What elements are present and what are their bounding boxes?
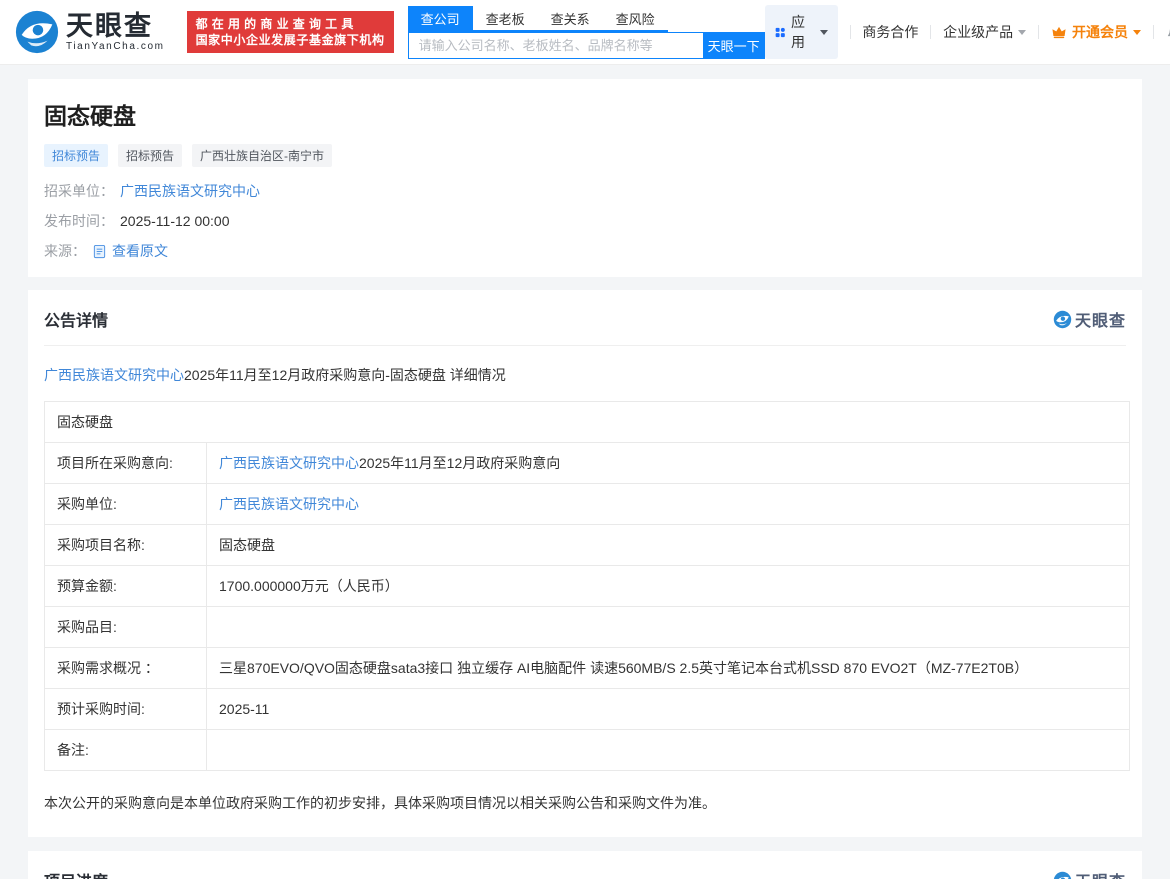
vip-crown-icon: [1051, 24, 1067, 40]
page-title: 固态硬盘: [44, 97, 1126, 131]
tianyancha-watermark: 天眼查: [1053, 307, 1126, 331]
divider: [1153, 25, 1154, 39]
detail-table: 固态硬盘 项目所在采购意向: 广西民族语文研究中心2025年11月至12月政府采…: [44, 401, 1130, 771]
divider: [930, 25, 931, 39]
row-value-text: 2025年11月至12月政府采购意向: [359, 455, 560, 471]
headline-rest: 2025年11月至12月政府采购意向-固态硬盘 详细情况: [184, 367, 506, 383]
chevron-down-icon: [820, 30, 828, 35]
tag-bid-forecast: 招标预告: [118, 144, 182, 167]
row-label: 采购品目:: [45, 607, 207, 648]
announcement-headline: 广西民族语文研究中心2025年11月至12月政府采购意向-固态硬盘 详细情况: [44, 365, 1126, 385]
org-link[interactable]: 广西民族语文研究中心: [219, 455, 359, 471]
apps-grid-icon: [775, 25, 785, 40]
row-value: 广西民族语文研究中心2025年11月至12月政府采购意向: [207, 443, 1130, 484]
notification-bell-icon[interactable]: [1166, 23, 1170, 41]
meta-label: 发布时间：: [44, 211, 114, 231]
tag-row: 招标预告 招标预告 广西壮族自治区-南宁市: [44, 144, 1126, 167]
table-row: 采购需求概况 ： 三星870EVO/QVO固态硬盘sata3接口 独立缓存 AI…: [45, 648, 1130, 689]
nav-enterprise-label: 企业级产品: [943, 22, 1013, 42]
section-title: 公告详情: [44, 307, 108, 331]
top-header: 天眼查 TianYanCha.com 都在用的商业查询工具 国家中小企业发展子基…: [0, 0, 1170, 65]
meta-row-publish-time: 发布时间： 2025-11-12 00:00: [44, 211, 1126, 231]
slogan-line-2: 国家中小企业发展子基金旗下机构: [196, 32, 385, 48]
tianyancha-logo[interactable]: 天眼查 TianYanCha.com: [14, 9, 165, 55]
table-row: 预算金额: 1700.000000万元（人民币）: [45, 566, 1130, 607]
row-label: 备注:: [45, 730, 207, 771]
row-value: [207, 607, 1130, 648]
row-label: 采购项目名称:: [45, 525, 207, 566]
nav-open-vip[interactable]: 开通会员: [1051, 22, 1141, 42]
nav-business-cooperation[interactable]: 商务合作: [862, 22, 918, 42]
row-value: 固态硬盘: [207, 525, 1130, 566]
slogan-line-1: 都在用的商业查询工具: [196, 16, 385, 32]
watermark-brand: 天眼查: [1075, 868, 1126, 879]
view-original-link[interactable]: 查看原文: [112, 241, 168, 261]
search-tabs: 查公司 查老板 查关系 查风险: [408, 6, 668, 32]
eye-logo-icon: [1053, 871, 1072, 879]
eye-logo-icon: [1053, 310, 1072, 329]
header-nav: 应用 商务合作 企业级产品 开通会员: [765, 5, 1170, 59]
nav-enterprise-products[interactable]: 企业级产品: [943, 22, 1026, 42]
section-title: 项目进度: [44, 868, 108, 879]
divider: [850, 25, 851, 39]
table-row: 预计采购时间: 2025-11: [45, 689, 1130, 730]
tag-region: 广西壮族自治区-南宁市: [192, 144, 332, 167]
table-row: 采购品目:: [45, 607, 1130, 648]
row-value: 三星870EVO/QVO固态硬盘sata3接口 独立缓存 AI电脑配件 读速56…: [207, 648, 1130, 689]
table-header-cell: 固态硬盘: [45, 402, 1130, 443]
divider: [44, 345, 1126, 346]
row-value: 1700.000000万元（人民币）: [207, 566, 1130, 607]
row-label: 项目所在采购意向:: [45, 443, 207, 484]
announcement-summary-card: 固态硬盘 招标预告 招标预告 广西壮族自治区-南宁市 招采单位： 广西民族语文研…: [28, 79, 1142, 277]
table-row: 采购项目名称: 固态硬盘: [45, 525, 1130, 566]
search-input[interactable]: [408, 32, 703, 59]
row-label: 采购需求概况 ：: [45, 648, 207, 689]
tag-bid-forecast-primary: 招标预告: [44, 144, 108, 167]
table-row: 备注:: [45, 730, 1130, 771]
row-label: 采购单位:: [45, 484, 207, 525]
row-value: [207, 730, 1130, 771]
table-row: 采购单位: 广西民族语文研究中心: [45, 484, 1130, 525]
nav-vip-label: 开通会员: [1072, 22, 1128, 42]
row-label: 预计采购时间:: [45, 689, 207, 730]
org-link[interactable]: 广西民族语文研究中心: [44, 367, 184, 383]
chevron-down-icon: [1018, 30, 1026, 35]
purchaser-link[interactable]: 广西民族语文研究中心: [120, 181, 260, 201]
apps-menu[interactable]: 应用: [765, 5, 838, 59]
divider: [1038, 25, 1039, 39]
meta-row-source: 来源： 查看原文: [44, 241, 1126, 261]
row-label: 预算金额:: [45, 566, 207, 607]
brand-domain: TianYanCha.com: [66, 41, 165, 52]
tianyancha-watermark: 天眼查: [1053, 868, 1126, 879]
tab-company[interactable]: 查公司: [408, 6, 473, 30]
table-row: 项目所在采购意向: 广西民族语文研究中心2025年11月至12月政府采购意向: [45, 443, 1130, 484]
project-progress-card: 项目进度 天眼查 2025-11-12 招标公告 固态硬盘 当前公告: [28, 851, 1142, 879]
brand-name: 天眼查: [66, 12, 165, 40]
search-button[interactable]: 天眼一下: [703, 32, 765, 59]
org-link[interactable]: 广西民族语文研究中心: [219, 496, 359, 512]
meta-list: 招采单位： 广西民族语文研究中心 发布时间： 2025-11-12 00:00 …: [44, 181, 1126, 261]
chevron-down-icon: [1133, 30, 1141, 35]
section-header: 公告详情 天眼查: [28, 290, 1142, 345]
publish-time-value: 2025-11-12 00:00: [120, 213, 230, 229]
announcement-detail-card: 公告详情 天眼查 广西民族语文研究中心2025年11月至12月政府采购意向-固态…: [28, 290, 1142, 837]
tab-relation[interactable]: 查关系: [538, 6, 603, 30]
apps-menu-label: 应用: [791, 12, 811, 52]
document-icon: [92, 244, 107, 259]
eye-logo-icon: [14, 9, 60, 55]
table-row: 固态硬盘: [45, 402, 1130, 443]
disclaimer-note: 本次公开的采购意向是本单位政府采购工作的初步安排，具体采购项目情况以相关采购公告…: [44, 793, 1126, 813]
tab-boss[interactable]: 查老板: [473, 6, 538, 30]
slogan-badge: 都在用的商业查询工具 国家中小企业发展子基金旗下机构: [187, 11, 394, 53]
meta-row-purchaser: 招采单位： 广西民族语文研究中心: [44, 181, 1126, 201]
row-value: 2025-11: [207, 689, 1130, 730]
watermark-brand: 天眼查: [1075, 307, 1126, 331]
meta-label: 来源：: [44, 241, 86, 261]
search-module: 查公司 查老板 查关系 查风险 天眼一下: [408, 6, 765, 59]
row-value: 广西民族语文研究中心: [207, 484, 1130, 525]
section-header: 项目进度 天眼查: [28, 851, 1142, 879]
meta-label: 招采单位：: [44, 181, 114, 201]
tab-risk[interactable]: 查风险: [603, 6, 668, 30]
